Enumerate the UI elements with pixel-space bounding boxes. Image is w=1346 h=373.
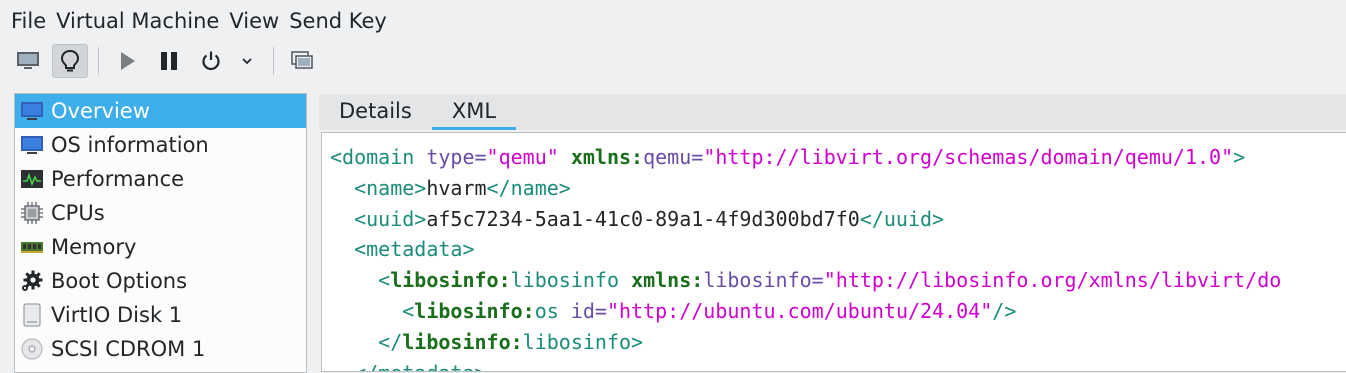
- graph-icon: [19, 166, 45, 192]
- menu-file[interactable]: File: [0, 0, 56, 42]
- code-token: id=: [570, 298, 607, 323]
- sidebar-item-performance[interactable]: Performance: [15, 162, 306, 196]
- code-token: af5c7234-5aa1-41c0-89a1-4f9d300bd7f0: [426, 206, 860, 231]
- sidebar-item-label: OS information: [51, 133, 209, 157]
- snapshots-button[interactable]: [284, 44, 320, 78]
- code-token: libosinfo:: [390, 268, 511, 293]
- sidebar-item-label: Performance: [51, 167, 185, 191]
- code-token: xmlns:: [570, 145, 644, 169]
- menu-virtual-machine[interactable]: Virtual Machine: [56, 0, 229, 42]
- code-token: libosinfo:: [414, 298, 535, 323]
- memory-icon: [19, 234, 45, 260]
- sidebar-item-label: Overview: [51, 99, 150, 123]
- code-line: </libosinfo:libosinfo>: [330, 327, 1346, 358]
- code-token: xmlns:: [631, 268, 704, 293]
- sidebar-item-os-information[interactable]: OS information: [15, 128, 306, 162]
- code-token: qemu=: [643, 145, 704, 169]
- toolbar-separator: [273, 47, 274, 75]
- tab-bar: Details XML: [319, 94, 1346, 130]
- tab-xml[interactable]: XML: [431, 94, 517, 130]
- shutdown-menu-button[interactable]: [235, 44, 259, 78]
- code-line: <uuid>af5c7234-5aa1-41c0-89a1-4f9d300bd7…: [330, 204, 1346, 235]
- console-button[interactable]: [10, 44, 46, 78]
- toolbar: [0, 42, 1346, 80]
- code-token: hvarm: [426, 175, 487, 200]
- gear-icon: [19, 268, 45, 294]
- sidebar-item-cpus[interactable]: CPUs: [15, 196, 306, 230]
- code-token: <: [330, 268, 391, 293]
- sidebar-item-scsi-cdrom-1[interactable]: SCSI CDROM 1: [15, 332, 306, 366]
- hardware-list: Overview OS information Performance CPUs…: [14, 93, 307, 373]
- code-token: </uuid>: [859, 206, 945, 231]
- sidebar-item-virtio-disk-1[interactable]: VirtIO Disk 1: [15, 298, 306, 332]
- code-token: libosinfo:: [402, 329, 523, 354]
- code-token: "http://ubuntu.com/ubuntu/24.04": [606, 298, 993, 323]
- sidebar-item-label: SCSI CDROM 1: [51, 337, 206, 361]
- sidebar-item-overview[interactable]: Overview: [15, 94, 306, 128]
- play-icon: [121, 52, 135, 70]
- code-token: "http://libvirt.org/schemas/domain/qemu/…: [703, 145, 1234, 169]
- sidebar-item-label: CPUs: [51, 201, 105, 225]
- sidebar-item-label: Memory: [51, 235, 137, 259]
- toolbar-separator: [98, 47, 99, 75]
- monitor-icon: [19, 98, 45, 124]
- code-token: />: [992, 298, 1017, 323]
- code-line: <libosinfo:os id="http://ubuntu.com/ubun…: [330, 296, 1346, 327]
- pause-icon: [161, 52, 177, 70]
- code-token: >: [1233, 145, 1246, 169]
- monitor-icon: [19, 132, 45, 158]
- code-token: <: [330, 298, 415, 323]
- code-token: "http://libosinfo.org/xmlns/libvirt/do: [823, 268, 1282, 293]
- code-token: libosinfo=: [703, 268, 824, 293]
- code-token: "qemu": [486, 145, 559, 169]
- code-line: </metadata>: [330, 358, 1346, 371]
- sidebar-item-boot-options[interactable]: Boot Options: [15, 264, 306, 298]
- code-line: <metadata>: [330, 234, 1346, 265]
- code-token: <uuid>: [330, 206, 427, 231]
- code-token: <name>: [330, 175, 427, 200]
- pause-button[interactable]: [151, 44, 187, 78]
- menu-view[interactable]: View: [229, 0, 289, 42]
- details-button[interactable]: [52, 44, 88, 78]
- menubar: File Virtual Machine View Send Key: [0, 0, 1346, 42]
- cpu-icon: [19, 200, 45, 226]
- code-token: </name>: [486, 175, 571, 200]
- menu-send-key[interactable]: Send Key: [289, 0, 397, 42]
- code-token: libosinfo>: [522, 329, 644, 354]
- code-token: <domain: [330, 145, 427, 169]
- xml-editor[interactable]: <domain type="qemu" xmlns:qemu="http://l…: [321, 132, 1346, 372]
- xml-code: <domain type="qemu" xmlns:qemu="http://l…: [322, 133, 1346, 371]
- code-line: <libosinfo:libosinfo xmlns:libosinfo="ht…: [330, 265, 1346, 296]
- code-line: <domain type="qemu" xmlns:qemu="http://l…: [330, 142, 1346, 173]
- snapshots-icon: [291, 51, 313, 69]
- sidebar-item-label: VirtIO Disk 1: [51, 303, 183, 327]
- code-token: type=: [426, 145, 487, 169]
- power-icon: [202, 51, 220, 71]
- lightbulb-icon: [60, 49, 80, 72]
- code-token: </metadata>: [330, 361, 486, 371]
- sidebar-item-label: Boot Options: [51, 269, 188, 293]
- shutdown-button[interactable]: [193, 44, 229, 78]
- monitor-icon: [17, 52, 39, 69]
- code-token: </: [330, 329, 403, 354]
- code-token: os: [534, 298, 571, 323]
- cdrom-icon: [19, 336, 45, 362]
- code-token: <metadata>: [330, 237, 475, 262]
- run-button[interactable]: [109, 44, 145, 78]
- code-line: <name>hvarm</name>: [330, 173, 1346, 204]
- disk-icon: [19, 302, 45, 328]
- sidebar-item-memory[interactable]: Memory: [15, 230, 306, 264]
- tab-details[interactable]: Details: [319, 94, 432, 130]
- chevron-down-icon: [242, 58, 252, 65]
- code-token: libosinfo: [510, 268, 632, 293]
